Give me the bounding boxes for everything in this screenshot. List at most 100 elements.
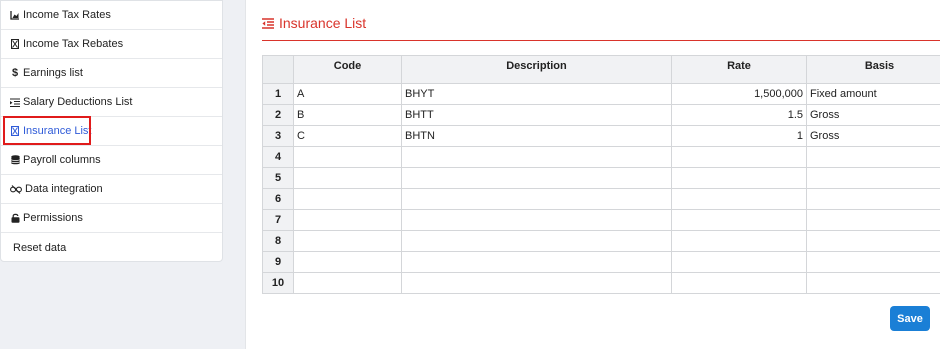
description-cell[interactable]: BHTT <box>401 104 672 126</box>
column-header-description[interactable]: Description <box>401 55 672 84</box>
sidebar-item-insurance-list[interactable]: Insurance List <box>1 117 222 146</box>
row-number-cell[interactable]: 5 <box>262 167 294 189</box>
basis-cell[interactable] <box>806 230 940 252</box>
code-cell[interactable]: C <box>293 125 402 147</box>
sidebar-item-permissions[interactable]: Permissions <box>1 204 222 233</box>
sidebar-item-label: Insurance List <box>23 125 92 137</box>
basis-cell[interactable] <box>806 167 940 189</box>
rate-cell[interactable]: 1,500,000 <box>671 83 807 105</box>
rate-cell[interactable] <box>671 251 807 273</box>
sidebar-item-data-integration[interactable]: Data integration <box>1 175 222 204</box>
hourglass-box-icon <box>10 126 20 137</box>
table-row: 5 <box>262 167 940 189</box>
indent-list-icon <box>10 97 20 108</box>
sidebar-item-earnings-list[interactable]: $ Earnings list <box>1 59 222 88</box>
description-cell[interactable] <box>401 167 672 189</box>
rate-cell[interactable]: 1 <box>671 125 807 147</box>
insurance-grid: Code Description Rate Basis ◀ 1ABHYT1,50… <box>262 55 940 294</box>
code-cell[interactable] <box>293 167 402 189</box>
code-cell[interactable] <box>293 251 402 273</box>
basis-cell[interactable]: Fixed amount <box>806 83 940 105</box>
lock-icon <box>10 213 20 224</box>
unlink-icon <box>10 184 22 195</box>
rate-cell[interactable] <box>671 230 807 252</box>
sidebar-item-salary-deductions-list[interactable]: Salary Deductions List <box>1 88 222 117</box>
table-row: 9 <box>262 251 940 273</box>
table-row: 2 B BHTT 1.5 Gross <box>262 104 940 126</box>
code-cell[interactable] <box>293 272 402 294</box>
sidebar-item-income-tax-rebates[interactable]: Income Tax Rebates <box>1 30 222 59</box>
grid-corner-cell[interactable] <box>262 55 294 84</box>
code-cell[interactable]: B <box>293 104 402 126</box>
basis-cell[interactable] <box>806 209 940 231</box>
sidebar-item-label: Salary Deductions List <box>23 96 133 108</box>
description-cell[interactable] <box>401 230 672 252</box>
code-cell[interactable] <box>293 209 402 231</box>
table-row: 1 A BHYT 1,500,000 Fixed amount <box>262 83 940 105</box>
row-number-cell[interactable]: 9 <box>262 251 294 273</box>
sidebar-item-reset-data[interactable]: Reset data <box>1 233 222 262</box>
grid-header-row: Code Description Rate Basis ◀ <box>262 55 940 84</box>
rate-cell[interactable] <box>671 167 807 189</box>
main-panel: Insurance List Code Description Rate Bas… <box>245 0 940 349</box>
row-number-cell[interactable]: 4 <box>262 146 294 168</box>
column-header-basis-label: Basis <box>864 60 895 72</box>
title-divider <box>262 40 940 41</box>
code-cell[interactable] <box>293 188 402 210</box>
sidebar-item-label: Income Tax Rates <box>23 9 111 21</box>
sidebar-item-income-tax-rates[interactable]: Income Tax Rates <box>1 1 222 30</box>
column-header-basis[interactable]: Basis ◀ <box>806 55 940 84</box>
description-cell[interactable] <box>401 188 672 210</box>
sidebar-item-label: Income Tax Rebates <box>23 38 124 50</box>
description-cell[interactable] <box>401 272 672 294</box>
page-header: Insurance List <box>262 15 366 31</box>
sidebar-item-label: Data integration <box>25 183 103 195</box>
sidebar-item-payroll-columns[interactable]: Payroll columns <box>1 146 222 175</box>
basis-cell[interactable] <box>806 251 940 273</box>
row-number-cell[interactable]: 3 <box>262 125 294 147</box>
rate-cell[interactable] <box>671 146 807 168</box>
rate-cell[interactable] <box>671 209 807 231</box>
description-cell[interactable] <box>401 209 672 231</box>
chart-area-icon <box>10 10 20 21</box>
basis-cell[interactable] <box>806 188 940 210</box>
rate-cell[interactable] <box>671 188 807 210</box>
sidebar-item-label: Permissions <box>23 212 83 224</box>
description-cell[interactable]: BHTN <box>401 125 672 147</box>
save-button[interactable]: Save <box>890 306 930 331</box>
table-row: 4 <box>262 146 940 168</box>
description-cell[interactable] <box>401 146 672 168</box>
code-cell[interactable] <box>293 230 402 252</box>
row-number-cell[interactable]: 10 <box>262 272 294 294</box>
page-title: Insurance List <box>279 15 367 31</box>
settings-sidebar: Income Tax Rates Income Tax Rebates $ Ea… <box>0 0 223 262</box>
description-cell[interactable] <box>401 251 672 273</box>
row-number-cell[interactable]: 6 <box>262 188 294 210</box>
basis-cell[interactable]: Gross <box>806 125 940 147</box>
rate-cell[interactable] <box>671 272 807 294</box>
code-cell[interactable]: A <box>293 83 402 105</box>
row-number-cell[interactable]: 2 <box>262 104 294 126</box>
table-row: 7 <box>262 209 940 231</box>
code-cell[interactable] <box>293 146 402 168</box>
outdent-list-icon <box>262 17 274 29</box>
rate-cell[interactable]: 1.5 <box>671 104 807 126</box>
table-row: 8 <box>262 230 940 252</box>
dollar-icon: $ <box>11 67 19 79</box>
description-cell[interactable]: BHYT <box>401 83 672 105</box>
database-icon <box>10 155 20 166</box>
table-row: 10 <box>262 272 940 294</box>
column-header-code[interactable]: Code <box>293 55 402 84</box>
sidebar-item-label: Reset data <box>13 241 67 254</box>
row-number-cell[interactable]: 7 <box>262 209 294 231</box>
table-row: 6 <box>262 188 940 210</box>
column-header-rate[interactable]: Rate <box>671 55 807 84</box>
hourglass-box-icon <box>10 39 20 50</box>
row-number-cell[interactable]: 1 <box>262 83 294 105</box>
row-number-cell[interactable]: 8 <box>262 230 294 252</box>
basis-cell[interactable]: Gross <box>806 104 940 126</box>
basis-cell[interactable] <box>806 146 940 168</box>
table-row: 3 C BHTN 1 Gross <box>262 125 940 147</box>
sidebar-item-label: Payroll columns <box>23 154 101 166</box>
basis-cell[interactable] <box>806 272 940 294</box>
